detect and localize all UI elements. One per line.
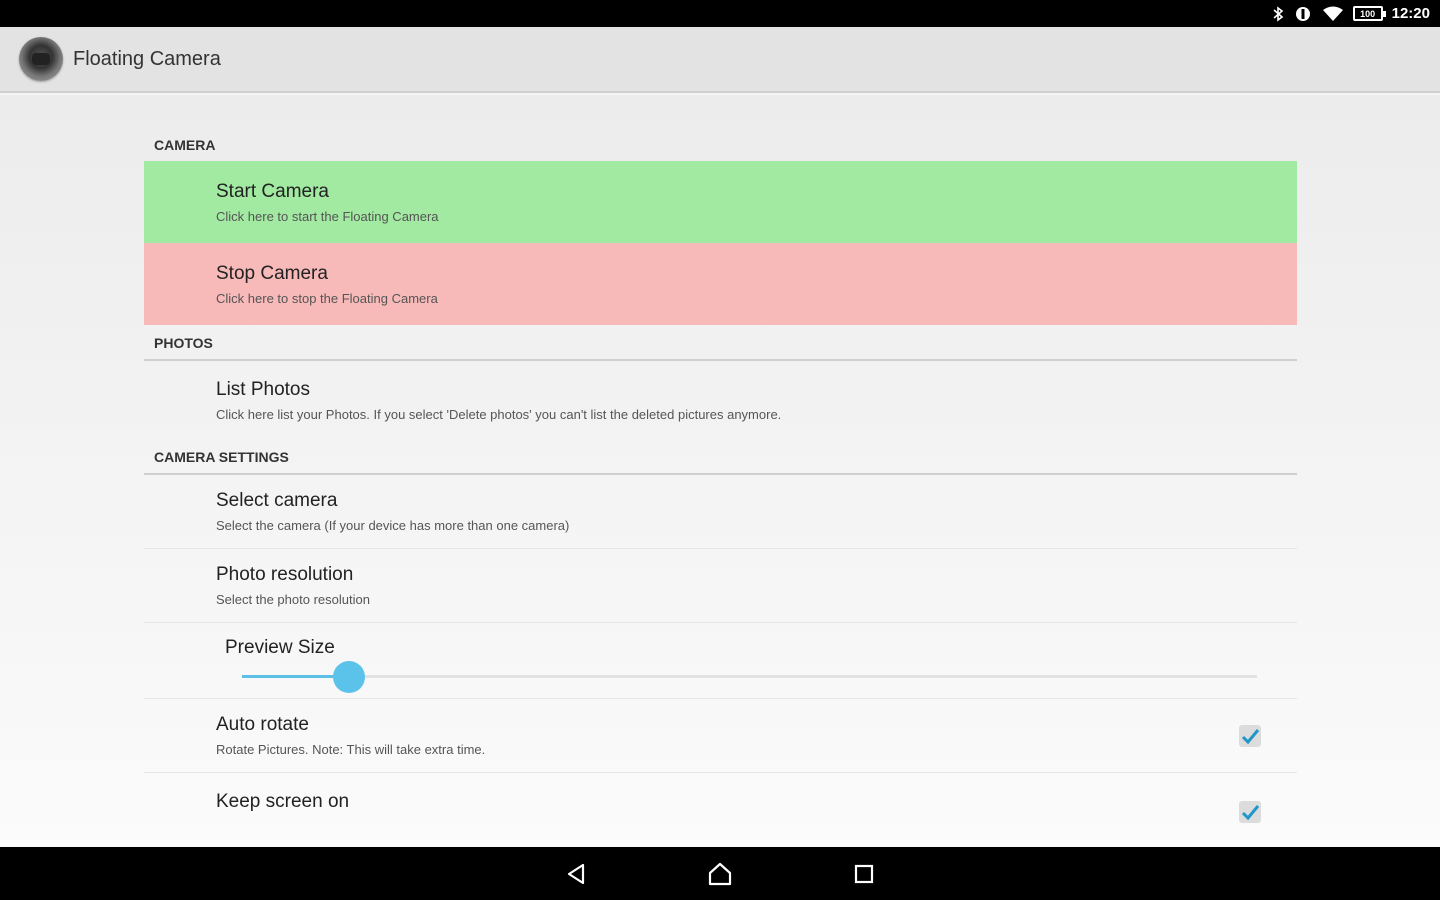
list-photos-summary: Click here list your Photos. If you sele…: [216, 406, 782, 422]
vibrate-icon: [1293, 6, 1313, 22]
status-bar: 100 12:20: [0, 0, 1440, 27]
auto-rotate-checkbox[interactable]: [1239, 724, 1261, 747]
photo-resolution-title: Photo resolution: [216, 564, 354, 585]
select-camera-title: Select camera: [216, 490, 338, 511]
keep-screen-on-checkbox[interactable]: [1239, 801, 1261, 823]
home-button[interactable]: [703, 857, 737, 891]
home-icon: [708, 862, 732, 885]
start-camera-title: Start Camera: [216, 180, 329, 202]
navigation-bar: [0, 847, 1440, 900]
app-title: Floating Camera: [73, 47, 221, 70]
list-photos-item[interactable]: List Photos Click here list your Photos.…: [144, 361, 1297, 439]
recents-button[interactable]: [847, 857, 881, 891]
camera-app-icon: [19, 37, 63, 81]
stop-camera-item[interactable]: Stop Camera Click here to stop the Float…: [144, 243, 1297, 325]
auto-rotate-title: Auto rotate: [216, 714, 309, 735]
keep-screen-on-item[interactable]: Keep screen on: [144, 773, 1297, 843]
auto-rotate-summary: Rotate Pictures. Note: This will take ex…: [216, 742, 486, 757]
settings-content[interactable]: CAMERA Start Camera Click here to start …: [0, 95, 1440, 847]
start-camera-summary: Click here to start the Floating Camera: [216, 208, 439, 224]
clock: 12:20: [1391, 5, 1430, 22]
start-camera-item[interactable]: Start Camera Click here to start the Flo…: [144, 161, 1297, 243]
back-button[interactable]: [559, 857, 593, 891]
category-camera-settings: CAMERA SETTINGS: [144, 439, 1297, 475]
stop-camera-summary: Click here to stop the Floating Camera: [216, 290, 438, 306]
battery-icon: 100: [1352, 6, 1386, 21]
checkmark-icon: [1241, 805, 1260, 821]
checkmark-icon: [1241, 728, 1260, 744]
preview-size-title: Preview Size: [225, 637, 335, 658]
category-camera: CAMERA: [154, 137, 216, 153]
photo-resolution-item[interactable]: Photo resolution Select the photo resolu…: [144, 549, 1297, 623]
photo-resolution-summary: Select the photo resolution: [216, 592, 370, 607]
stop-camera-title: Stop Camera: [216, 262, 328, 284]
list-photos-title: List Photos: [216, 378, 310, 400]
preview-size-slider[interactable]: [242, 661, 1257, 693]
wifi-icon: [1322, 6, 1344, 22]
select-camera-item[interactable]: Select camera Select the camera (If your…: [144, 475, 1297, 549]
bluetooth-icon: [1272, 5, 1284, 22]
auto-rotate-item[interactable]: Auto rotate Rotate Pictures. Note: This …: [144, 699, 1297, 773]
select-camera-summary: Select the camera (If your device has mo…: [216, 518, 570, 533]
slider-thumb[interactable]: [332, 661, 365, 693]
app-bar: Floating Camera: [0, 27, 1440, 93]
battery-level: 100: [1360, 8, 1376, 19]
keep-screen-on-title: Keep screen on: [216, 791, 350, 812]
back-icon: [567, 863, 585, 884]
preview-size-item: Preview Size: [144, 623, 1297, 699]
recents-icon: [854, 864, 874, 883]
preference-list: CAMERA Start Camera Click here to start …: [144, 95, 1297, 843]
category-photos: PHOTOS: [144, 325, 1297, 361]
